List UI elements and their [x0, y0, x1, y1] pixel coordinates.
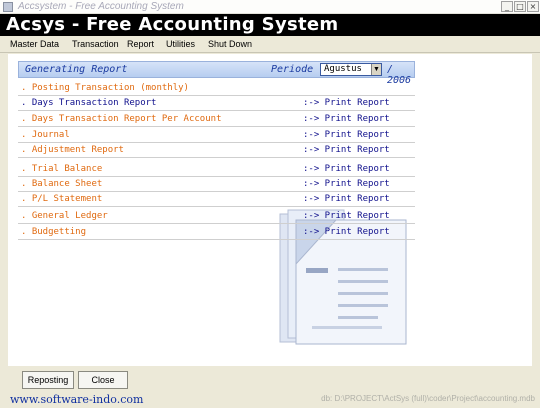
print-report-link[interactable]: :-> Print Report: [303, 114, 390, 124]
print-report-link[interactable]: :-> Print Report: [303, 179, 390, 189]
print-report-link[interactable]: :-> Print Report: [303, 130, 390, 140]
report-row-trial-balance[interactable]: . Trial Balance :-> Print Report: [18, 162, 415, 177]
menu-report[interactable]: Report: [127, 39, 154, 49]
month-select[interactable]: Agustus ▼: [320, 63, 382, 76]
report-row-days-transaction[interactable]: . Days Transaction Report :-> Print Repo…: [18, 96, 415, 111]
print-report-link[interactable]: :-> Print Report: [303, 98, 390, 108]
report-label[interactable]: . Budgetting: [21, 227, 86, 237]
banner-title: Acsys - Free Accounting System: [6, 14, 339, 35]
report-row-balance-sheet[interactable]: . Balance Sheet :-> Print Report: [18, 177, 415, 192]
report-label[interactable]: . Adjustment Report: [21, 145, 124, 155]
database-path: db: D:\PROJECT\ActSys (full)\coder\Proje…: [321, 394, 535, 403]
report-label[interactable]: . Days Transaction Report Per Account: [21, 114, 221, 124]
report-label[interactable]: . Journal: [21, 130, 70, 140]
report-label[interactable]: . General Ledger: [21, 211, 108, 221]
report-row-days-transaction-per-account[interactable]: . Days Transaction Report Per Account :-…: [18, 112, 415, 127]
print-report-link[interactable]: :-> Print Report: [303, 227, 390, 237]
print-report-link[interactable]: :-> Print Report: [303, 145, 390, 155]
menu-transaction[interactable]: Transaction: [72, 39, 119, 49]
report-row-budgetting[interactable]: . Budgetting :-> Print Report: [18, 225, 415, 240]
close-button[interactable]: Close: [78, 371, 128, 389]
report-label[interactable]: . Posting Transaction (monthly): [21, 83, 189, 93]
report-label[interactable]: . Balance Sheet: [21, 179, 102, 189]
menu-bar: Master Data Transaction Report Utilities…: [0, 36, 540, 53]
menu-shut-down[interactable]: Shut Down: [208, 39, 252, 49]
month-select-value: Agustus: [324, 64, 362, 74]
report-row-posting[interactable]: . Posting Transaction (monthly): [18, 81, 415, 96]
report-header-title: Generating Report: [25, 64, 128, 75]
menu-master-data[interactable]: Master Data: [10, 39, 59, 49]
print-report-link[interactable]: :-> Print Report: [303, 211, 390, 221]
report-label[interactable]: . P/L Statement: [21, 194, 102, 204]
report-label[interactable]: . Days Transaction Report: [21, 98, 156, 108]
reposting-button[interactable]: Reposting: [22, 371, 74, 389]
window-title: Accsystem - Free Accounting System: [18, 1, 184, 12]
close-icon[interactable]: ×: [527, 1, 539, 12]
report-label[interactable]: . Trial Balance: [21, 164, 102, 174]
report-row-general-ledger[interactable]: . General Ledger :-> Print Report: [18, 209, 415, 224]
periode-label: Periode :: [271, 64, 326, 75]
report-row-pl-statement[interactable]: . P/L Statement :-> Print Report: [18, 192, 415, 207]
chevron-down-icon[interactable]: ▼: [371, 64, 381, 75]
maximize-icon[interactable]: □: [514, 1, 526, 12]
minimize-icon[interactable]: _: [501, 1, 513, 12]
status-bar: www.software-indo.com db: D:\PROJECT\Act…: [0, 391, 540, 408]
title-bar: Accsystem - Free Accounting System _ □ ×: [0, 0, 540, 14]
menu-utilities[interactable]: Utilities: [166, 39, 195, 49]
report-row-adjustment[interactable]: . Adjustment Report :-> Print Report: [18, 143, 415, 158]
print-report-link[interactable]: :-> Print Report: [303, 194, 390, 204]
app-icon: [3, 2, 13, 12]
website-url: www.software-indo.com: [10, 393, 144, 406]
report-row-journal[interactable]: . Journal :-> Print Report: [18, 128, 415, 143]
report-header: Generating Report Periode : Agustus ▼ / …: [18, 61, 415, 86]
app-banner: Acsys - Free Accounting System: [0, 14, 540, 36]
print-report-link[interactable]: :-> Print Report: [303, 164, 390, 174]
